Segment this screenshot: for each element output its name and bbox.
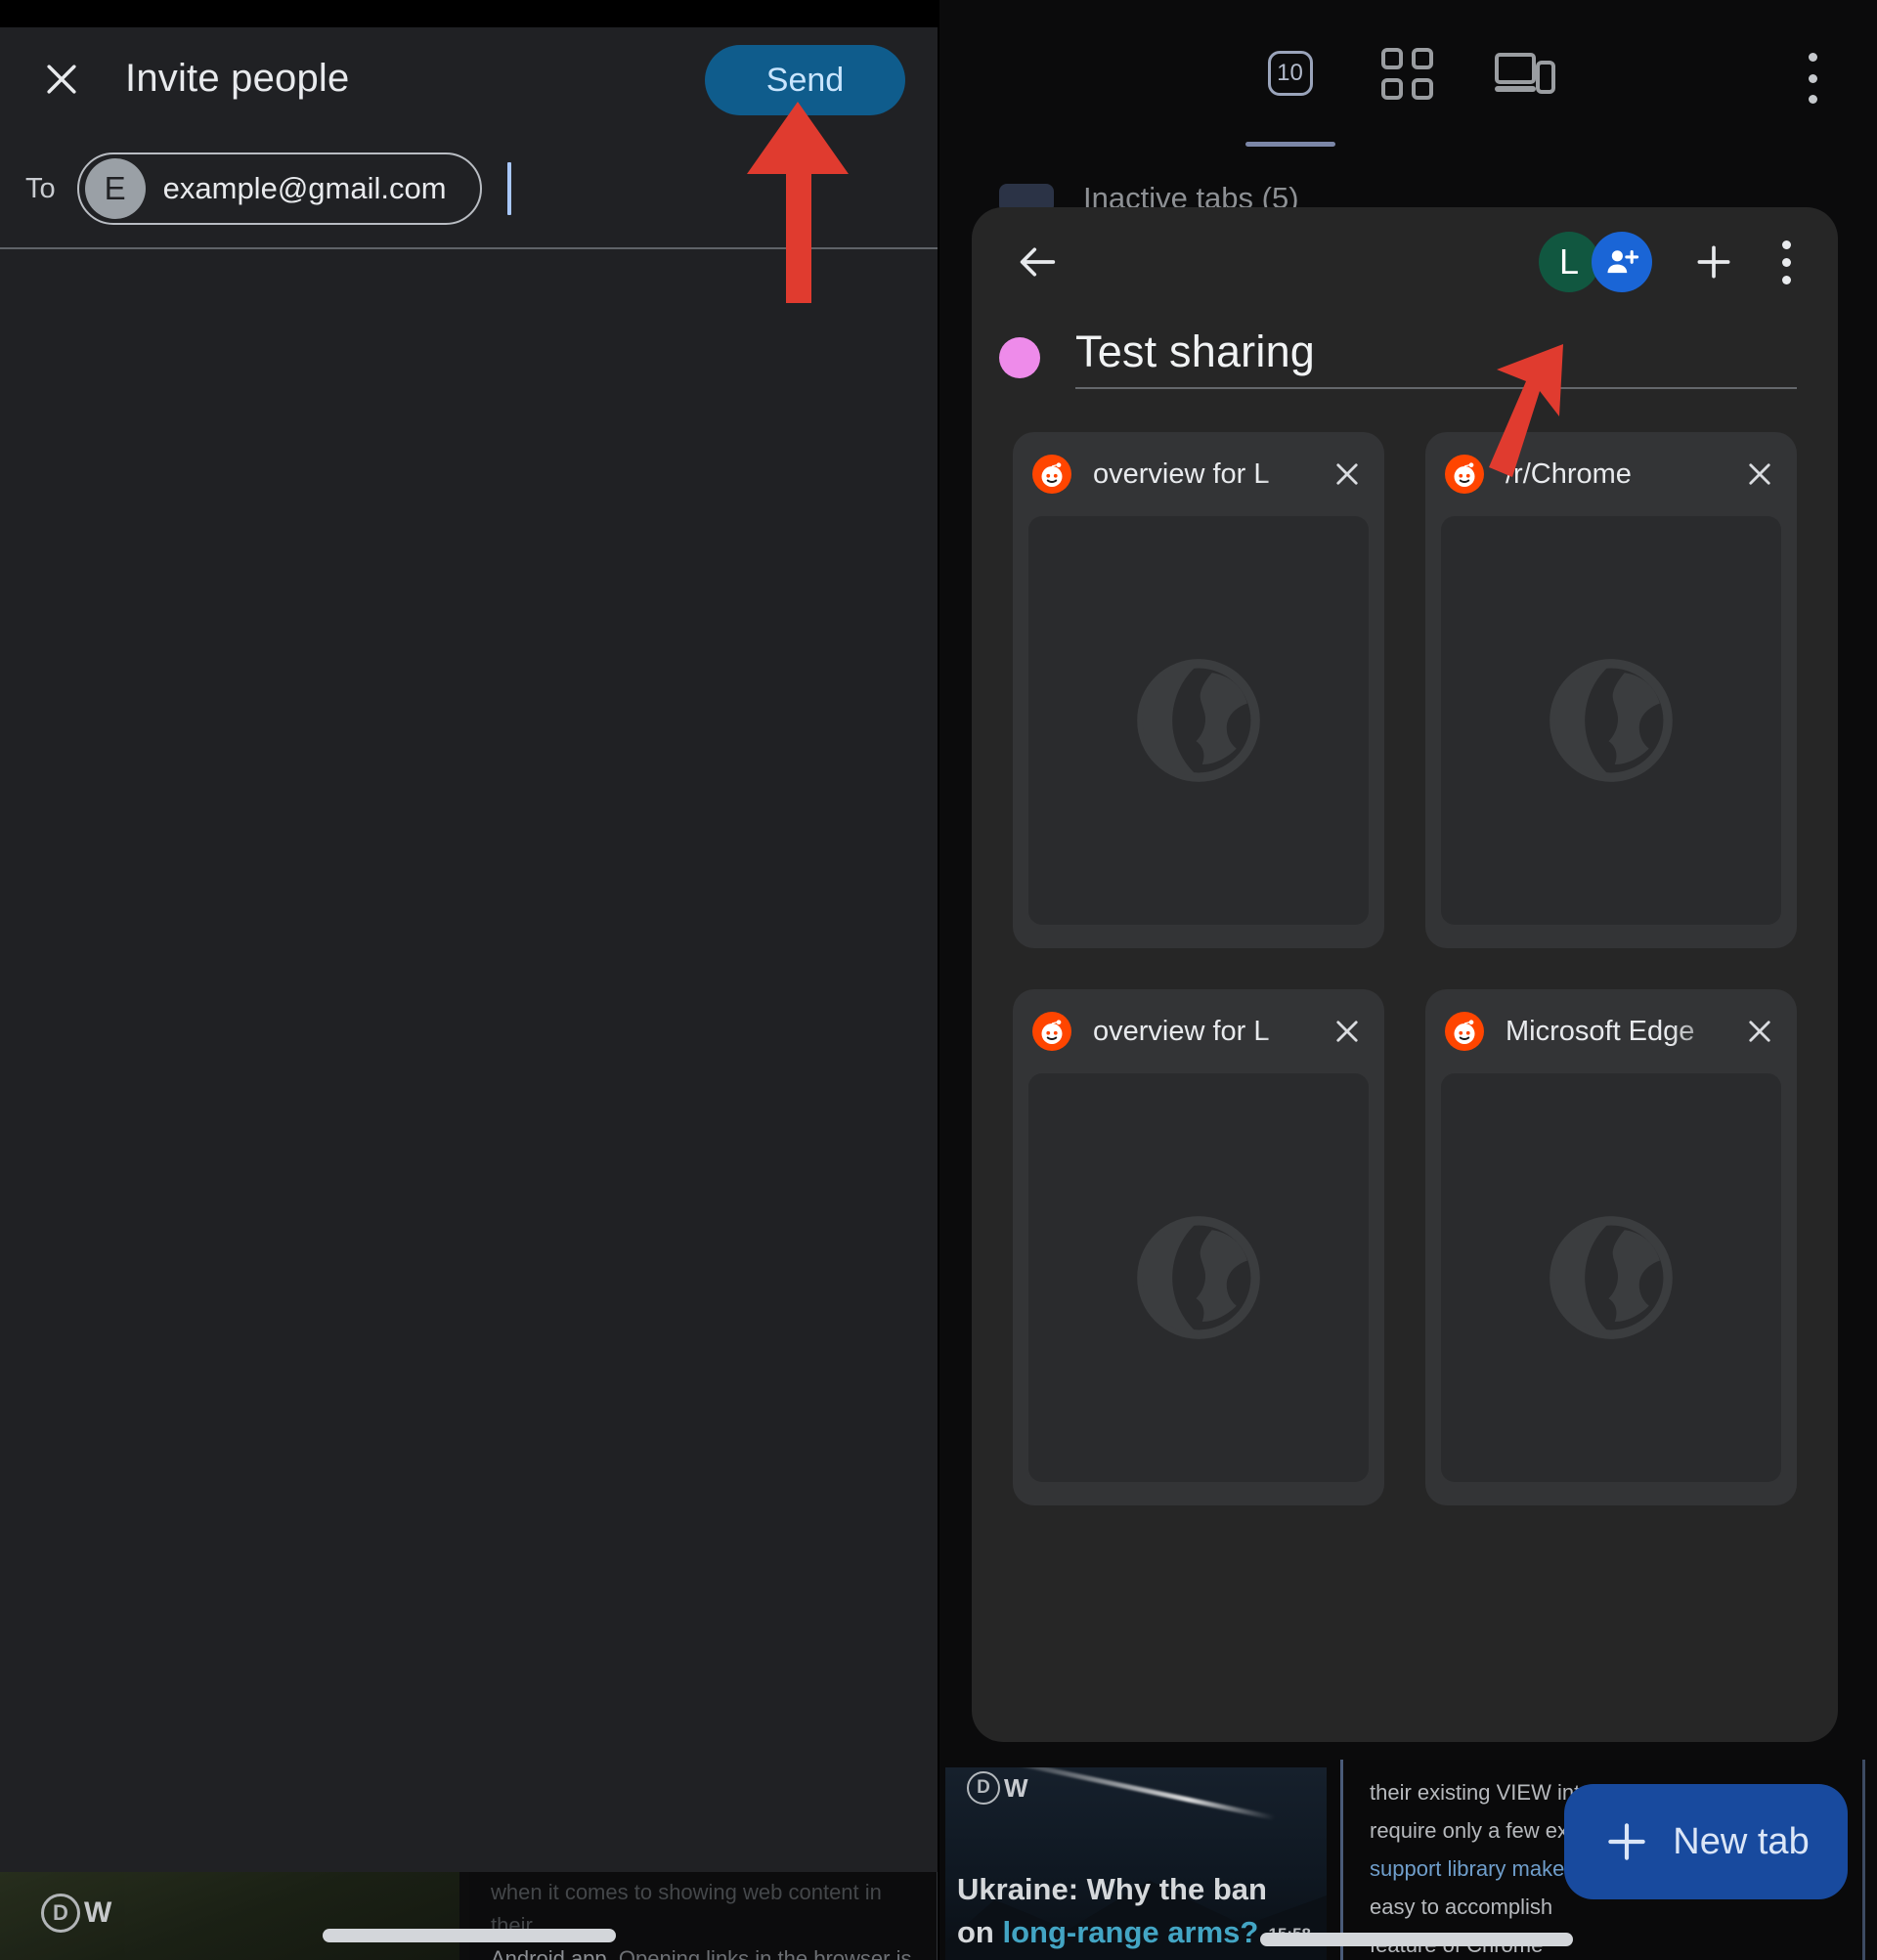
tab-card-header: /r/Chrome xyxy=(1425,432,1797,516)
tab-count-icon[interactable]: 10 xyxy=(1232,0,1349,147)
background-page-right: D W Ukraine: Why the ban on long-range a… xyxy=(938,1760,1877,1960)
grid-glyph xyxy=(1381,47,1433,100)
more-options-icon[interactable] xyxy=(1787,49,1838,108)
group-title-field[interactable]: Test sharing xyxy=(1075,327,1838,389)
new-tab-button[interactable]: New tab xyxy=(1564,1784,1848,1899)
member-avatars: L xyxy=(1539,232,1654,292)
scroll-indicator-left[interactable] xyxy=(323,1929,616,1942)
news-headline-line2a: on xyxy=(957,1915,1003,1949)
tab-card-title: /r/Chrome xyxy=(1506,457,1632,490)
status-bar xyxy=(0,0,938,27)
add-tab-icon[interactable] xyxy=(1676,224,1752,300)
page-edge-right xyxy=(1862,1760,1865,1960)
tab-switcher-panel: 10 Inactive tabs (5) L Test sharing over… xyxy=(938,0,1877,1960)
dw-logo-w: W xyxy=(84,1896,112,1929)
tab-switcher-toolbar: 10 xyxy=(938,0,1877,147)
to-label: To xyxy=(25,172,56,204)
dw-logo: D W xyxy=(41,1894,111,1933)
tab-card[interactable]: /r/Chrome xyxy=(1425,432,1797,948)
background-page-left: D W when it comes to showing web content… xyxy=(0,1872,938,1960)
recipient-email: example@gmail.com xyxy=(162,171,447,205)
tab-card-thumbnail xyxy=(1028,1073,1369,1482)
tab-card-header: overview for L xyxy=(1013,989,1384,1073)
close-tab-icon[interactable] xyxy=(1734,449,1785,500)
page-title: Invite people xyxy=(125,57,350,100)
new-tab-label: New tab xyxy=(1673,1820,1810,1862)
group-color-swatch[interactable] xyxy=(999,337,1040,378)
plus-icon xyxy=(1608,1823,1646,1860)
tab-card-thumbnail xyxy=(1028,516,1369,925)
bg-line-2: Android app. Opening links in the browse… xyxy=(491,1942,924,1960)
synced-devices-icon[interactable] xyxy=(1466,0,1584,147)
tab-card-header: overview for L xyxy=(1013,432,1384,516)
tab-card-header: Microsoft Edge xyxy=(1425,989,1797,1073)
panel-divider xyxy=(938,0,939,1960)
tab-card-thumbnail xyxy=(1441,516,1781,925)
globe-placeholder-icon xyxy=(1137,659,1260,782)
avatar: E xyxy=(84,158,146,219)
title-underline xyxy=(1075,387,1797,389)
recipient-row: To E example@gmail.com xyxy=(0,130,938,247)
news-headline-line1: Ukraine: Why the ban xyxy=(957,1872,1267,1906)
tab-card-grid: overview for L /r/Chrome overview for L … xyxy=(972,389,1838,1505)
avatar[interactable]: L xyxy=(1539,232,1599,292)
send-button-label: Send xyxy=(765,61,845,99)
decorative-streak xyxy=(986,1767,1276,1821)
tab-card-title: Microsoft Edge xyxy=(1506,1015,1695,1047)
tab-card[interactable]: overview for L xyxy=(1013,432,1384,948)
tab-groups-grid-icon[interactable] xyxy=(1349,0,1466,147)
globe-placeholder-icon xyxy=(1550,659,1673,782)
bg-line-2-rest: Opening links in the browser is xyxy=(612,1946,912,1960)
article-divider xyxy=(1340,1760,1343,1960)
reddit-favicon xyxy=(1445,1012,1484,1051)
tab-card-title: overview for L xyxy=(1093,1015,1270,1047)
globe-placeholder-icon xyxy=(1550,1216,1673,1339)
close-tab-icon[interactable] xyxy=(1734,1006,1785,1057)
news-thumbnail-left: D W xyxy=(0,1872,459,1960)
bg-line-2-strong: Android app. xyxy=(491,1946,613,1960)
reddit-favicon xyxy=(1445,455,1484,494)
invite-people-panel: Invite people Send To E example@gmail.co… xyxy=(0,0,938,1960)
close-tab-icon[interactable] xyxy=(1322,449,1373,500)
group-title-text: Test sharing xyxy=(1075,327,1316,376)
dw-logo-w: W xyxy=(1004,1772,1028,1803)
group-title-row: Test sharing xyxy=(972,317,1838,389)
screenshot-root: Invite people Send To E example@gmail.co… xyxy=(0,0,1877,1960)
selected-tab-indicator xyxy=(1244,142,1335,147)
reddit-favicon xyxy=(1032,455,1071,494)
invite-header: Invite people Send xyxy=(0,27,938,130)
back-arrow-icon[interactable] xyxy=(993,207,1081,317)
reddit-favicon xyxy=(1032,1012,1071,1051)
group-more-options-icon[interactable] xyxy=(1752,224,1820,300)
dialog-header: L xyxy=(972,207,1838,317)
tab-card[interactable]: Microsoft Edge xyxy=(1425,989,1797,1505)
globe-placeholder-icon xyxy=(1137,1216,1260,1339)
text-cursor xyxy=(506,162,511,215)
news-headline-line2b: long-range arms? xyxy=(1002,1915,1259,1949)
close-tab-icon[interactable] xyxy=(1322,1006,1373,1057)
recipient-chip[interactable]: E example@gmail.com xyxy=(76,152,482,225)
tab-card[interactable]: overview for L xyxy=(1013,989,1384,1505)
background-article-text-left: when it comes to showing web content in … xyxy=(469,1872,938,1960)
tab-card-thumbnail xyxy=(1441,1073,1781,1482)
send-button[interactable]: Send xyxy=(705,45,905,115)
add-person-icon[interactable] xyxy=(1592,232,1652,292)
dw-logo-d: D xyxy=(41,1894,80,1933)
scroll-indicator-right[interactable] xyxy=(1260,1933,1573,1946)
close-icon[interactable] xyxy=(35,53,88,106)
tab-card-title: overview for L xyxy=(1093,457,1270,490)
dw-logo: D W xyxy=(967,1771,1028,1805)
divider xyxy=(0,247,938,249)
dw-logo-d: D xyxy=(967,1771,1000,1805)
tab-count-badge: 10 xyxy=(1267,51,1313,96)
dialog-actions: L xyxy=(1539,207,1820,317)
tab-group-dialog: L Test sharing overview for L /r/Chrome … xyxy=(972,207,1838,1742)
news-thumbnail-right: D W Ukraine: Why the ban on long-range a… xyxy=(945,1767,1327,1960)
